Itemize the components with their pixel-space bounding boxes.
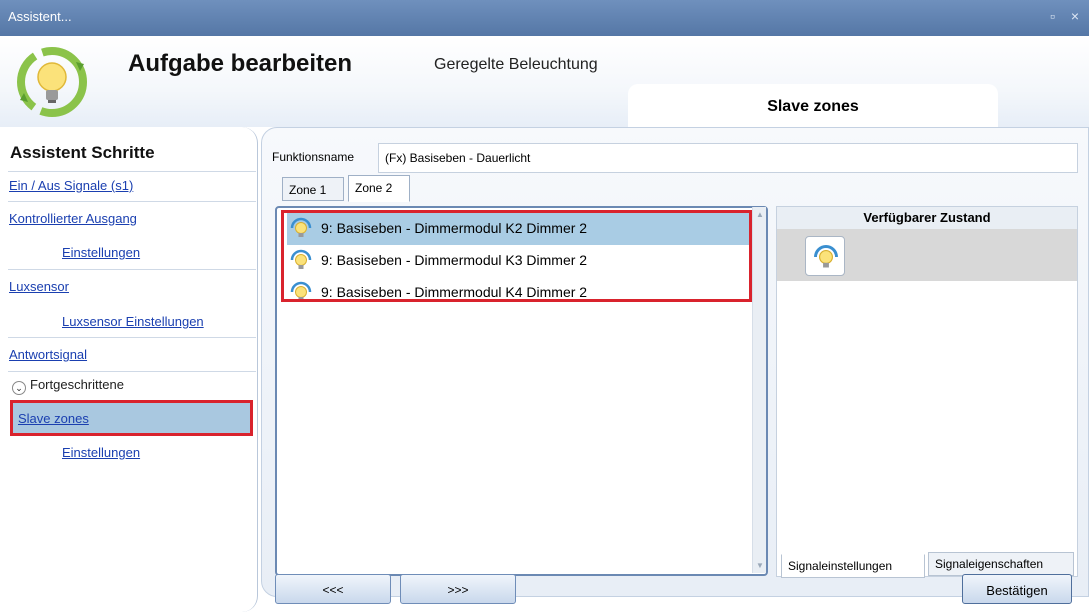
available-state-heading: Verfügbarer Zustand	[777, 207, 1077, 229]
chevron-down-icon: ⌄	[12, 381, 26, 395]
step-output-settings[interactable]: Einstellungen	[62, 245, 140, 260]
tab-signal-properties[interactable]: Signaleigenschaften	[928, 552, 1074, 576]
step-slave-zones[interactable]: Slave zones	[18, 411, 89, 426]
step-controlled-output[interactable]: Kontrollierter Ausgang	[9, 211, 137, 226]
advanced-section-toggle[interactable]: ⌄ Fortgeschrittene	[12, 377, 124, 395]
page-title: Aufgabe bearbeiten	[128, 50, 353, 77]
scroll-up-icon[interactable]: ▲	[756, 210, 764, 219]
function-name-label: Funktionsname	[272, 150, 355, 164]
advanced-label: Fortgeschrittene	[30, 377, 124, 392]
tab-signal-settings[interactable]: Signaleinstellungen	[781, 554, 925, 578]
window-titlebar: Assistent... ▫ ×	[0, 0, 1089, 36]
step-response-signal[interactable]: Antwortsignal	[9, 347, 87, 362]
step-luxsensor-settings[interactable]: Luxsensor Einstellungen	[62, 314, 204, 329]
step-slave-zones-selected[interactable]: Slave zones	[10, 400, 253, 436]
lightbulb-icon	[814, 245, 838, 268]
divider	[8, 171, 256, 172]
wizard-steps-panel: Assistent Schritte Ein / Aus Signale (s1…	[0, 127, 258, 612]
divider	[8, 201, 256, 202]
step-luxsensor[interactable]: Luxsensor	[9, 279, 69, 294]
divider	[8, 371, 256, 372]
lightbulb-refresh-logo-icon	[17, 47, 87, 117]
current-step-title: Slave zones	[628, 84, 998, 127]
step-slave-zones-settings[interactable]: Einstellungen	[62, 445, 140, 460]
window-title: Assistent...	[8, 9, 72, 24]
previous-button[interactable]: <<<	[275, 574, 391, 604]
confirm-button[interactable]: Bestätigen	[962, 574, 1072, 604]
state-button[interactable]	[805, 236, 845, 276]
tab-zone-1[interactable]: Zone 1	[282, 177, 344, 201]
function-name-field[interactable]: (Fx) Basiseben - Dauerlicht	[378, 143, 1078, 173]
tab-zone-2[interactable]: Zone 2	[348, 175, 410, 202]
next-button[interactable]: >>>	[400, 574, 516, 604]
divider	[8, 269, 256, 270]
available-state-panel: Verfügbarer Zustand Signaleinstellungen …	[776, 206, 1078, 578]
list-scrollbar[interactable]: ▲ ▼	[752, 207, 766, 573]
wizard-steps-title: Assistent Schritte	[10, 143, 155, 162]
window-controls[interactable]: ▫ ×	[1050, 8, 1085, 24]
highlight-frame	[281, 210, 752, 302]
available-state-row	[777, 229, 1077, 281]
divider	[8, 337, 256, 338]
step-on-off-signals[interactable]: Ein / Aus Signale (s1)	[9, 178, 133, 193]
scroll-down-icon[interactable]: ▼	[756, 561, 764, 570]
page-subtitle: Geregelte Beleuchtung	[434, 56, 598, 73]
